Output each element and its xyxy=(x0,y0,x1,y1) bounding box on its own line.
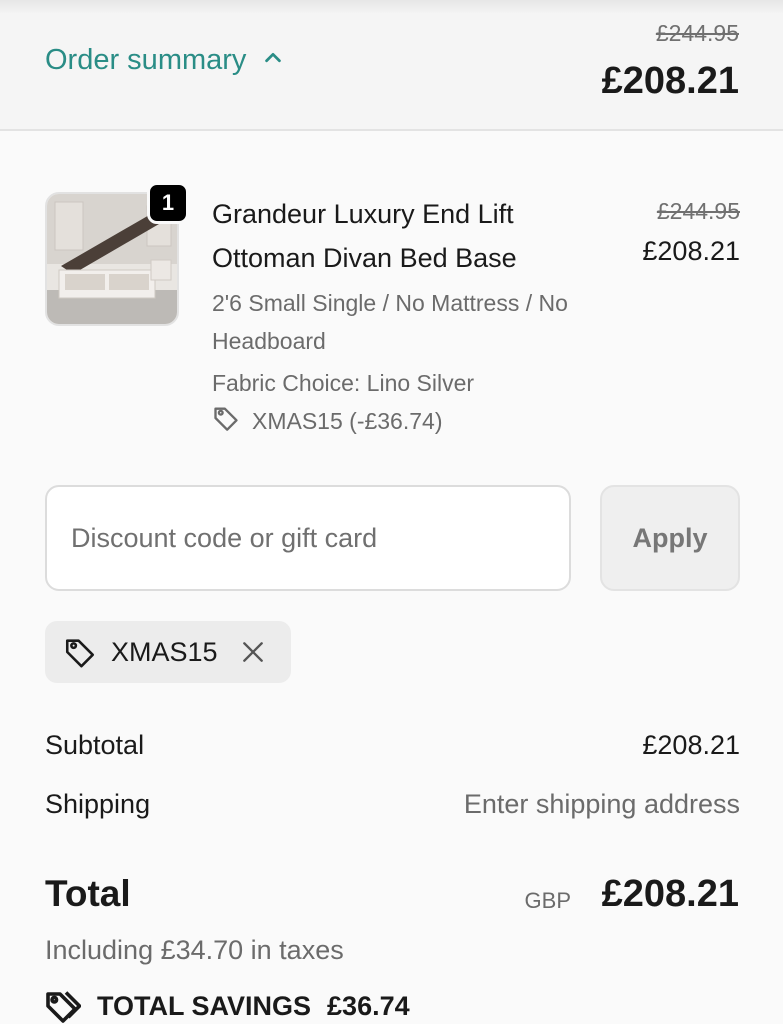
savings-value: £36.74 xyxy=(327,990,410,1021)
header-shadow xyxy=(0,0,783,14)
chevron-up-icon xyxy=(262,44,284,77)
apply-button[interactable]: Apply xyxy=(600,485,740,591)
discount-code-input[interactable] xyxy=(45,485,571,591)
shipping-row: Shipping Enter shipping address xyxy=(45,789,740,820)
product-discount: XMAS15 (-£36.74) xyxy=(212,404,602,438)
product-fabric: Fabric Choice: Lino Silver xyxy=(212,370,475,396)
order-summary-toggle[interactable]: Order summary xyxy=(45,44,284,77)
order-summary-header: Order summary £244.95 £208.21 xyxy=(0,0,783,131)
taxes-note: Including £34.70 in taxes xyxy=(45,935,344,965)
total-label: Total xyxy=(45,873,131,914)
order-summary-label: Order summary xyxy=(45,44,247,76)
subtotal-label: Subtotal xyxy=(45,730,145,760)
header-original-price: £244.95 xyxy=(655,20,739,46)
quantity-badge: 1 xyxy=(147,182,189,224)
product-price: £208.21 xyxy=(642,236,740,266)
header-price: £208.21 xyxy=(601,60,739,102)
applied-code-label: XMAS15 xyxy=(111,636,218,667)
subtotal-row: Subtotal £208.21 xyxy=(45,730,740,761)
subtotal-value: £208.21 xyxy=(642,730,740,760)
tag-icon xyxy=(212,404,240,438)
savings-label: TOTAL SAVINGS xyxy=(97,990,312,1021)
product-variant: 2'6 Small Single / No Mattress / No Head… xyxy=(212,290,568,354)
cart-line-item: 1 Grandeur Luxury End Lift Ottoman Divan… xyxy=(45,182,740,442)
product-discount-label: XMAS15 (-£36.74) xyxy=(252,407,443,434)
shipping-label: Shipping xyxy=(45,789,151,819)
product-title: Grandeur Luxury End Lift Ottoman Divan B… xyxy=(212,199,517,273)
tag-icon xyxy=(63,635,97,669)
applied-discount-chip: XMAS15 xyxy=(45,621,291,683)
product-original-price: £244.95 xyxy=(656,198,740,224)
total-savings: TOTAL SAVINGS £36.74 xyxy=(45,988,410,1024)
product-details: Grandeur Luxury End Lift Ottoman Divan B… xyxy=(212,192,602,438)
discount-form: Apply xyxy=(45,485,740,591)
shipping-value: Enter shipping address xyxy=(463,789,740,819)
tags-icon xyxy=(45,988,81,1024)
close-icon[interactable] xyxy=(240,639,266,665)
total-value: £208.21 xyxy=(601,873,739,915)
total-currency: GBP xyxy=(524,888,571,913)
